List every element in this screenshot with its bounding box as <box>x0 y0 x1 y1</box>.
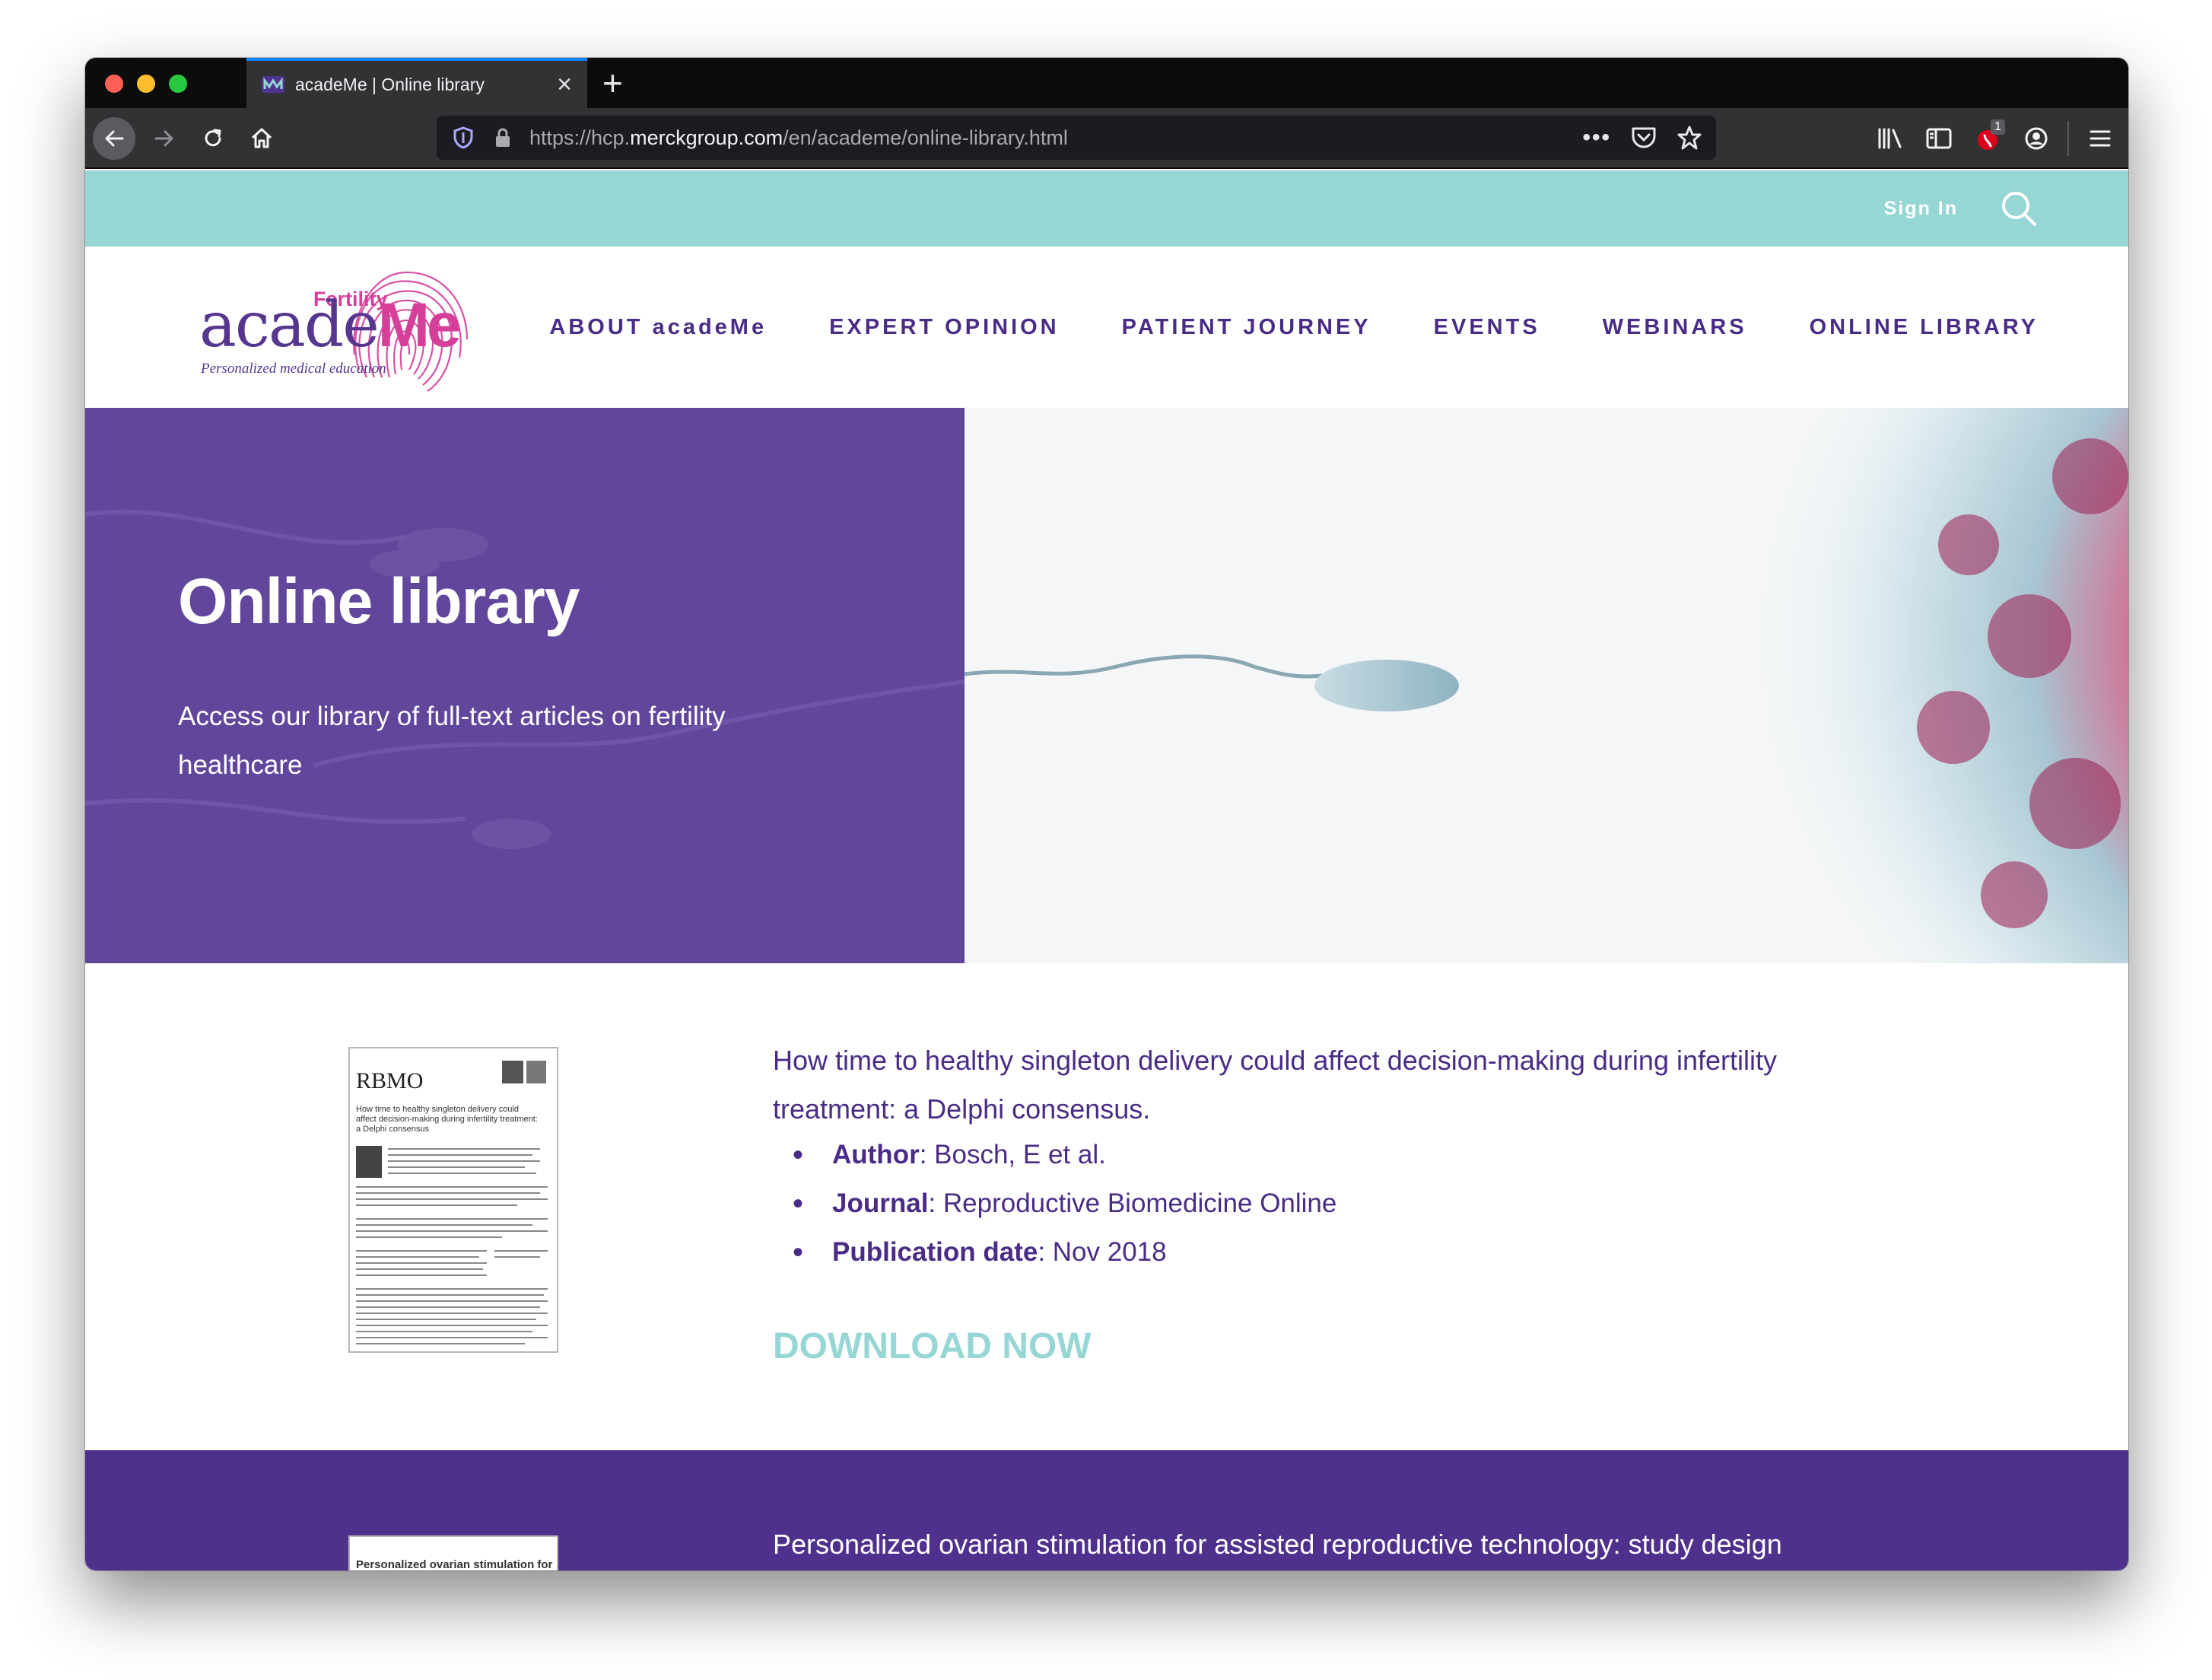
browser-tab-active[interactable]: acadeMe | Online library × <box>246 58 587 108</box>
reload-button[interactable] <box>192 117 234 160</box>
nav-webinars[interactable]: WEBINARS <box>1603 315 1747 340</box>
toolbar-right: 1 <box>1873 117 2128 160</box>
minimize-window-button[interactable] <box>137 75 155 93</box>
tab-title: acadeMe | Online library <box>295 74 485 94</box>
cover-journal-name: RBMO <box>356 1068 424 1093</box>
article-title-2[interactable]: Personalized ovarian stimulation for ass… <box>773 1520 1838 1569</box>
hero-text-panel: Online library Access our library of ful… <box>85 408 965 963</box>
browser-titlebar: acadeMe | Online library × + <box>85 58 2128 108</box>
article-publication-date: Publication date: Nov 2018 <box>773 1228 1336 1277</box>
web-page: Sign In Fertility acadeMe Personalized m… <box>85 170 2128 1570</box>
author-label: Author <box>832 1140 920 1169</box>
close-window-button[interactable] <box>105 75 123 93</box>
search-icon[interactable] <box>1999 189 2039 228</box>
nav-about-academe[interactable]: ABOUT acadeMe <box>549 315 767 340</box>
article-journal: Journal: Reproductive Biomedicine Online <box>773 1179 1336 1228</box>
sidebar-icon[interactable] <box>1921 121 1956 156</box>
logo-me-text: Me <box>377 291 462 360</box>
article-cover-thumbnail[interactable]: RBMO How time to healthy singleton deliv… <box>348 1047 558 1353</box>
account-icon[interactable] <box>2019 121 2054 156</box>
tracking-protection-shield-icon[interactable] <box>450 125 476 151</box>
hero-background-sperm-pattern <box>85 509 965 849</box>
extension-icon[interactable]: 1 <box>1970 119 2005 156</box>
hero-subtitle: Access our library of full-text articles… <box>178 702 726 780</box>
article-card-2: Personalized ovarian stimulation for Per… <box>85 1450 2128 1570</box>
date-label: Publication date <box>832 1237 1038 1267</box>
url-domain: merckgroup.com <box>630 126 783 149</box>
new-tab-button[interactable]: + <box>602 65 623 100</box>
cover-text-lines <box>356 1146 548 1344</box>
maximize-window-button[interactable] <box>169 75 187 93</box>
elsevier-logo-icon <box>502 1061 546 1083</box>
fertility-academe-logo[interactable]: Fertility acadeMe Personalized medical e… <box>199 263 473 397</box>
url-path: /en/academe/online-library.html <box>783 126 1068 149</box>
article-title[interactable]: How time to healthy singleton delivery c… <box>773 1036 1838 1134</box>
journal-label: Journal <box>832 1188 929 1218</box>
browser-toolbar: https://hcp.merckgroup.com/en/academe/on… <box>85 108 2128 169</box>
arrow-right-icon <box>154 130 173 147</box>
page-actions-more-icon[interactable]: ••• <box>1582 125 1611 151</box>
home-icon <box>251 128 272 148</box>
author-value: : Bosch, E et al. <box>919 1140 1106 1169</box>
url-actions: ••• <box>1582 125 1702 151</box>
back-button[interactable] <box>93 117 135 160</box>
address-bar[interactable]: https://hcp.merckgroup.com/en/academe/on… <box>437 116 1716 160</box>
nav-patient-journey[interactable]: PATIENT JOURNEY <box>1122 315 1371 340</box>
journal-value: : Reproductive Biomedicine Online <box>928 1188 1337 1218</box>
cover-article-title: How time to healthy singleton delivery c… <box>356 1105 538 1134</box>
browser-window: acadeMe | Online library × + https://hcp… <box>85 58 2128 1570</box>
utility-bar: Sign In <box>85 170 2128 247</box>
article-author: Author: Bosch, E et al. <box>773 1131 1336 1179</box>
logo-wordmark: acadeMe <box>199 289 462 361</box>
date-value: : Nov 2018 <box>1038 1237 1167 1267</box>
nav-online-library[interactable]: ONLINE LIBRARY <box>1810 315 2039 340</box>
main-nav: ABOUT acadeMe EXPERT OPINION PATIENT JOU… <box>549 315 2039 340</box>
hamburger-menu-icon[interactable] <box>2083 121 2118 156</box>
url-text: https://hcp.merckgroup.com/en/academe/on… <box>529 126 1582 150</box>
lock-icon[interactable] <box>490 125 516 151</box>
logo-acade-text: acade <box>199 289 380 361</box>
reload-icon <box>205 129 221 147</box>
sign-in-link[interactable]: Sign In <box>1884 198 1958 220</box>
merck-favicon-icon <box>262 76 284 93</box>
site-header: Fertility acadeMe Personalized medical e… <box>85 247 2128 408</box>
cover2-article-title: Personalized ovarian stimulation for <box>356 1558 553 1570</box>
hero-banner: Online library Access our library of ful… <box>85 408 2128 963</box>
nav-events[interactable]: EVENTS <box>1434 315 1540 340</box>
download-now-link[interactable]: DOWNLOAD NOW <box>773 1325 1092 1367</box>
pocket-icon[interactable] <box>1631 126 1657 150</box>
arrow-left-icon <box>105 130 124 147</box>
extension-badge: 1 <box>1991 119 2005 135</box>
article-card: RBMO How time to healthy singleton deliv… <box>85 963 2128 1450</box>
bookmark-star-icon[interactable] <box>1676 125 1702 151</box>
nav-expert-opinion[interactable]: EXPERT OPINION <box>829 315 1060 340</box>
url-prefix: https://hcp. <box>529 126 631 149</box>
home-button[interactable] <box>240 117 283 160</box>
logo-tagline: Personalized medical education <box>201 361 386 377</box>
tab-close-icon[interactable]: × <box>557 72 572 97</box>
hero-image-sperm-egg <box>965 408 2128 963</box>
article-cover-thumbnail-2[interactable]: Personalized ovarian stimulation for <box>348 1535 558 1570</box>
page-title: Online library <box>178 565 580 637</box>
article-meta-list: Author: Bosch, E et al. Journal: Reprodu… <box>773 1131 1336 1277</box>
forward-button[interactable] <box>143 117 186 160</box>
hero-illustration <box>965 408 2128 963</box>
toolbar-divider <box>2067 121 2069 156</box>
library-icon[interactable] <box>1873 121 1908 156</box>
